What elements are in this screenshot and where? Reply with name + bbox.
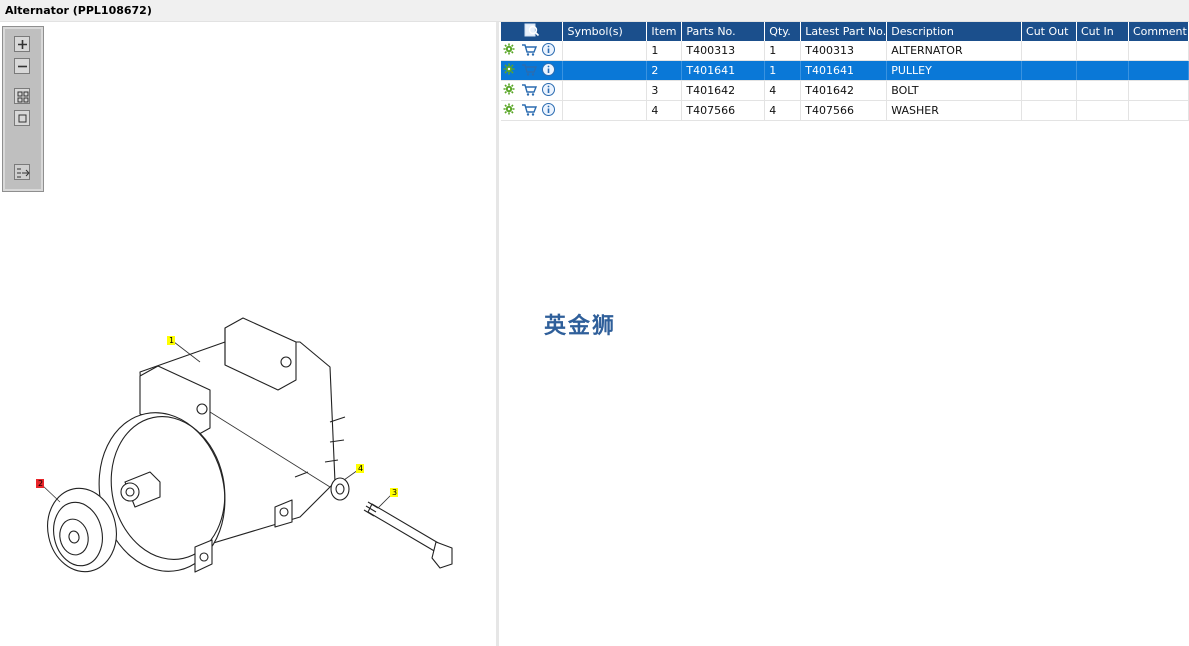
square-icon: [18, 114, 27, 123]
cart-icon[interactable]: [521, 63, 537, 79]
search-column-header[interactable]: [501, 22, 564, 41]
drawing-pane[interactable]: 1 2 3 4: [0, 22, 496, 646]
grid-icon: [17, 91, 29, 103]
watermark-logo: 英金狮: [544, 314, 617, 339]
cell-latest-part-no: T407566: [800, 100, 888, 121]
cell-qty: 1: [764, 60, 802, 81]
column-header-symbols[interactable]: Symbol(s): [562, 22, 648, 41]
cell-comment: [1128, 41, 1189, 61]
row-actions: [501, 100, 564, 121]
callout-2[interactable]: 2: [38, 479, 43, 488]
parts-table: Symbol(s) Item Parts No. Qty. Latest Par…: [501, 22, 1189, 121]
column-header-latest-part-no[interactable]: Latest Part No.: [800, 22, 888, 41]
cell-cut-in: [1076, 80, 1129, 101]
cart-icon[interactable]: [521, 83, 537, 99]
cell-parts-no: T401641: [681, 60, 766, 81]
gear-icon[interactable]: [503, 63, 515, 78]
column-header-cut-out[interactable]: Cut Out: [1021, 22, 1077, 41]
cell-parts-no: T400313: [681, 41, 766, 61]
cell-qty: 4: [764, 100, 802, 121]
info-icon[interactable]: [542, 82, 555, 99]
column-header-parts-no[interactable]: Parts No.: [681, 22, 766, 41]
window-title-bar: Alternator (PPL108672): [0, 0, 1189, 22]
info-icon[interactable]: [542, 102, 555, 119]
cell-cut-out: [1021, 80, 1077, 101]
parts-list-pane: Symbol(s) Item Parts No. Qty. Latest Par…: [499, 22, 1189, 646]
zoom-out-button[interactable]: [14, 58, 30, 74]
cell-cut-in: [1076, 41, 1129, 61]
row-actions: [501, 41, 564, 61]
cell-symbols: [562, 41, 648, 61]
row-actions: [501, 60, 564, 81]
callout-4[interactable]: 4: [358, 464, 363, 473]
cell-symbols: [562, 60, 648, 81]
callout-3[interactable]: 3: [392, 488, 397, 497]
table-row[interactable]: 1 T400313 1 T400313 ALTERNATOR: [501, 41, 1189, 61]
cart-icon[interactable]: [521, 103, 537, 119]
gear-icon[interactable]: [503, 43, 515, 58]
info-icon[interactable]: [542, 62, 555, 79]
cell-symbols: [562, 80, 648, 101]
plus-icon: [18, 40, 27, 49]
table-row[interactable]: 3 T401642 4 T401642 BOLT: [501, 80, 1189, 101]
cell-cut-out: [1021, 60, 1077, 81]
cell-item: 1: [646, 41, 683, 61]
cell-item: 3: [646, 80, 683, 101]
row-actions: [501, 80, 564, 101]
cell-parts-no: T407566: [681, 100, 766, 121]
table-row[interactable]: 2 T401641 1 T401641 PULLEY: [501, 60, 1189, 81]
minus-icon: [18, 65, 27, 68]
cell-parts-no: T401642: [681, 80, 766, 101]
exploded-view-drawing[interactable]: 1 2 3 4: [0, 272, 496, 592]
gear-icon[interactable]: [503, 103, 515, 118]
cell-cut-out: [1021, 41, 1077, 61]
callout-1[interactable]: 1: [169, 336, 174, 345]
column-header-qty[interactable]: Qty.: [764, 22, 802, 41]
cell-item: 2: [646, 60, 683, 81]
column-header-cut-in[interactable]: Cut In: [1076, 22, 1129, 41]
cell-qty: 1: [764, 41, 802, 61]
cell-qty: 4: [764, 80, 802, 101]
list-arrow-icon: [17, 168, 30, 178]
cell-cut-in: [1076, 60, 1129, 81]
viewer-toolbar: [2, 26, 44, 192]
toggle-list-button[interactable]: [14, 164, 30, 180]
search-parts-icon: [524, 23, 539, 37]
table-header-row: Symbol(s) Item Parts No. Qty. Latest Par…: [501, 22, 1189, 41]
zoom-in-button[interactable]: [14, 36, 30, 52]
cell-item: 4: [646, 100, 683, 121]
cell-description: ALTERNATOR: [886, 41, 1023, 61]
gear-icon[interactable]: [503, 83, 515, 98]
cell-comment: [1128, 60, 1189, 81]
table-row[interactable]: 4 T407566 4 T407566 WASHER: [501, 100, 1189, 121]
cell-latest-part-no: T401642: [800, 80, 888, 101]
fit-all-button[interactable]: [14, 88, 30, 104]
info-icon[interactable]: [542, 42, 555, 59]
cell-comment: [1128, 100, 1189, 121]
cell-description: WASHER: [886, 100, 1023, 121]
cell-description: BOLT: [886, 80, 1023, 101]
cell-latest-part-no: T400313: [800, 41, 888, 61]
cart-icon[interactable]: [521, 43, 537, 59]
cell-cut-out: [1021, 100, 1077, 121]
column-header-item[interactable]: Item: [646, 22, 683, 41]
column-header-comment[interactable]: Comment: [1128, 22, 1189, 41]
cell-latest-part-no: T401641: [800, 60, 888, 81]
column-header-description[interactable]: Description: [886, 22, 1023, 41]
cell-symbols: [562, 100, 648, 121]
window-title: Alternator (PPL108672): [5, 4, 152, 17]
cell-description: PULLEY: [886, 60, 1023, 81]
actual-size-button[interactable]: [14, 110, 30, 126]
cell-comment: [1128, 80, 1189, 101]
cell-cut-in: [1076, 100, 1129, 121]
